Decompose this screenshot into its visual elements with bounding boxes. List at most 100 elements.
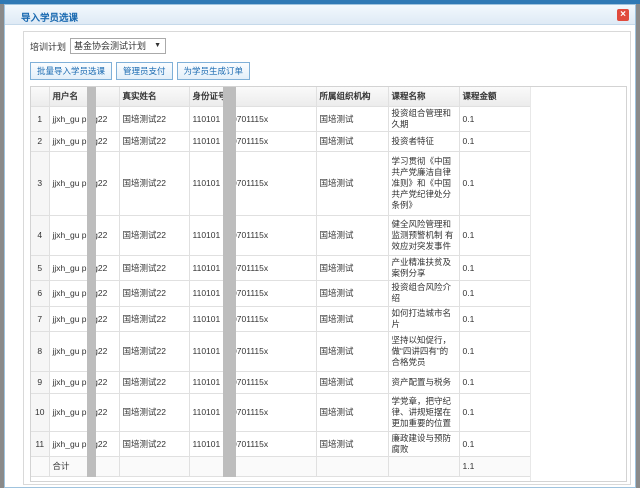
cell-course-name: 学习贯彻《中国共产党廉洁自律准则》和《中国共产党纪律处分条例》 [388, 151, 460, 216]
table-row[interactable]: 8 jjxh_gu ping22 国培测试22 110101 050701115x 国培… [31, 331, 532, 372]
row-number: 7 [31, 306, 50, 332]
footer-number [31, 456, 50, 477]
cell-idnumber: 110101 050701115x [189, 255, 317, 281]
cell-course-name: 投资组合管理和久期 [388, 106, 460, 132]
table-row[interactable]: 1 jjxh_gu ping22 国培测试22 110101 050701115x 国培… [31, 106, 532, 132]
row-number: 10 [31, 393, 50, 432]
training-plan-label: 培训计划 [30, 41, 67, 52]
cell-course-name: 投资者特征 [388, 131, 460, 152]
import-course-dialog: 导入学员选课 × 培训计划 基金协会测试计划 ▼ 批量导入学员选课 管理员支付 … [4, 4, 636, 488]
table-row[interactable]: 3 jjxh_gu ping22 国培测试22 110101 050701115x 国培… [31, 151, 532, 216]
cell-realname: 国培测试22 [119, 151, 190, 216]
toolbar: 批量导入学员选课 管理员支付 为学员生成订单 [30, 62, 251, 80]
cell-organization: 国培测试 [316, 131, 389, 152]
cell-organization: 国培测试 [316, 306, 389, 332]
chevron-down-icon: ▼ [154, 42, 162, 49]
cell-realname: 国培测试22 [119, 255, 190, 281]
row-number: 3 [31, 151, 50, 216]
cell-realname: 国培测试22 [119, 215, 190, 256]
training-plan-select[interactable]: 基金协会测试计划 ▼ [70, 38, 167, 54]
cell-username: jjxh_gu ping22 [49, 331, 120, 372]
cell-username: jjxh_gu ping22 [49, 393, 120, 432]
table-row[interactable]: 10 jjxh_gu ping22 国培测试22 110101 050701115x 国… [31, 393, 532, 432]
cell-course-amount: 0.1 [459, 371, 532, 394]
cell-organization: 国培测试 [316, 431, 389, 457]
footer-empty [189, 456, 317, 477]
row-number: 8 [31, 331, 50, 372]
table-footer-row: 合计 1.1 [31, 456, 532, 477]
footer-empty [119, 456, 190, 477]
training-plan-filter: 培训计划 基金协会测试计划 ▼ [30, 38, 167, 54]
row-number: 9 [31, 371, 50, 394]
cell-username: jjxh_gu ping22 [49, 106, 120, 132]
cell-username: jjxh_gu ping22 [49, 306, 120, 332]
grid-empty-area [530, 87, 626, 481]
cell-username: jjxh_gu ping22 [49, 151, 120, 216]
footer-total: 1.1 [459, 456, 532, 477]
table-row[interactable]: 7 jjxh_gu ping22 国培测试22 110101 050701115x 国培… [31, 306, 532, 332]
cell-course-amount: 0.1 [459, 431, 532, 457]
header-idnumber[interactable]: 身份证号 [189, 87, 317, 107]
close-icon[interactable]: × [617, 9, 629, 21]
cell-course-name: 如何打造城市名片 [388, 306, 460, 332]
cell-course-amount: 0.1 [459, 393, 532, 432]
dialog-title: 导入学员选课 [21, 13, 79, 24]
redaction-mask-idnumber [223, 87, 236, 477]
cell-idnumber: 110101 050701115x [189, 331, 317, 372]
footer-empty [316, 456, 389, 477]
cell-course-name: 健全风险管理和监测预警机制 有效应对突发事件 [388, 215, 460, 256]
table-header-row: 用户名 真实姓名 身份证号 所属组织机构 课程名称 课程金额 [31, 87, 532, 107]
cell-course-amount: 0.1 [459, 280, 532, 307]
cell-username: jjxh_gu ping22 [49, 371, 120, 394]
cell-organization: 国培测试 [316, 280, 389, 307]
cell-course-name: 廉政建设与预防腐败 [388, 431, 460, 457]
cell-course-amount: 0.1 [459, 151, 532, 216]
cell-organization: 国培测试 [316, 371, 389, 394]
admin-pay-button[interactable]: 管理员支付 [116, 62, 173, 80]
header-course-name[interactable]: 课程名称 [388, 87, 460, 107]
row-number: 1 [31, 106, 50, 132]
cell-idnumber: 110101 050701115x [189, 371, 317, 394]
cell-idnumber: 110101 050701115x [189, 431, 317, 457]
cell-username: jjxh_gu ping22 [49, 280, 120, 307]
cell-organization: 国培测试 [316, 393, 389, 432]
redaction-mask-username [87, 87, 96, 477]
cell-course-amount: 0.1 [459, 106, 532, 132]
table-row[interactable]: 4 jjxh_gu ping22 国培测试22 110101 050701115x 国培… [31, 215, 532, 256]
cell-idnumber: 110101 050701115x [189, 131, 317, 152]
table-row[interactable]: 5 jjxh_gu ping22 国培测试22 110101 050701115x 国培… [31, 255, 532, 281]
cell-realname: 国培测试22 [119, 306, 190, 332]
cell-username: jjxh_gu ping22 [49, 215, 120, 256]
generate-order-button[interactable]: 为学员生成订单 [176, 62, 251, 80]
cell-realname: 国培测试22 [119, 106, 190, 132]
dialog-content: 培训计划 基金协会测试计划 ▼ 批量导入学员选课 管理员支付 为学员生成订单 用… [23, 31, 631, 485]
batch-import-button[interactable]: 批量导入学员选课 [30, 62, 113, 80]
table-row[interactable]: 9 jjxh_gu ping22 国培测试22 110101 050701115x 国培… [31, 371, 532, 394]
cell-username: jjxh_gu ping22 [49, 255, 120, 281]
header-organization[interactable]: 所属组织机构 [316, 87, 389, 107]
header-realname[interactable]: 真实姓名 [119, 87, 190, 107]
dialog-titlebar: 导入学员选课 × [5, 5, 635, 25]
row-number: 6 [31, 280, 50, 307]
table-row[interactable]: 2 jjxh_gu ping22 国培测试22 110101 050701115x 国培… [31, 131, 532, 152]
header-username[interactable]: 用户名 [49, 87, 120, 107]
row-number: 5 [31, 255, 50, 281]
cell-username: jjxh_gu ping22 [49, 131, 120, 152]
header-course-amount[interactable]: 课程金额 [459, 87, 532, 107]
footer-label: 合计 [49, 456, 120, 477]
cell-idnumber: 110101 050701115x [189, 215, 317, 256]
cell-idnumber: 110101 050701115x [189, 306, 317, 332]
cell-username: jjxh_gu ping22 [49, 431, 120, 457]
cell-course-name: 资产配置与税务 [388, 371, 460, 394]
cell-organization: 国培测试 [316, 106, 389, 132]
cell-course-amount: 0.1 [459, 306, 532, 332]
table-row[interactable]: 11 jjxh_gu ping22 国培测试22 110101 050701115x 国… [31, 431, 532, 457]
cell-organization: 国培测试 [316, 151, 389, 216]
cell-idnumber: 110101 050701115x [189, 151, 317, 216]
cell-organization: 国培测试 [316, 331, 389, 372]
cell-course-name: 产业精准扶贫及案例分享 [388, 255, 460, 281]
table-row[interactable]: 6 jjxh_gu ping22 国培测试22 110101 050701115x 国培… [31, 280, 532, 307]
cell-course-name: 学党章，把守纪律、讲规矩摆在更加重要的位置 [388, 393, 460, 432]
cell-idnumber: 110101 050701115x [189, 393, 317, 432]
cell-course-name: 坚持以知促行，做“四讲四有”的合格党员 [388, 331, 460, 372]
